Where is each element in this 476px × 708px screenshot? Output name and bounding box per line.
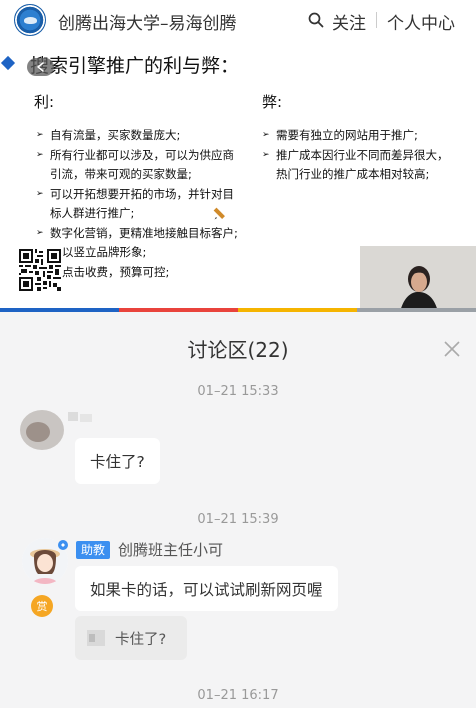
user-center-link[interactable]: 个人中心 — [387, 9, 455, 34]
follow-button[interactable]: 关注 — [332, 9, 366, 34]
cons-item-cont: 热门行业的推广成本相对较高; — [276, 167, 430, 181]
back-button[interactable] — [27, 58, 54, 76]
pros-item: 点击收费，预算可控; — [62, 264, 170, 279]
edu-mark-icon — [58, 540, 68, 550]
top-header: 创腾出海大学–易海创腾 关注 个人中心 — [0, 0, 476, 40]
slide-title: 搜索引擎推广的利与弊： — [30, 55, 240, 77]
discussion-title: 讨论区(22) — [187, 338, 289, 362]
brand-title[interactable]: 创腾出海大学–易海创腾 — [58, 9, 237, 34]
sender-name: 创腾班主任小可 — [118, 541, 224, 559]
pros-list: 自有流量，买家数量庞大; 所有行业都可以涉及，可以为供应商 引流，带来可观的买家… — [36, 126, 256, 243]
back-icon — [36, 62, 44, 72]
search-icon[interactable] — [308, 12, 324, 28]
message-bubble[interactable]: 卡住了? — [75, 438, 160, 484]
pros-item: 可以开拓想要开拓的市场，并针对目 — [36, 185, 256, 205]
quote-avatar-icon — [87, 630, 105, 646]
message-timestamp: 01–21 15:33 — [197, 384, 279, 399]
pros-list-tail: 以竖立品牌形象; 点击收费，预算可控; — [62, 243, 252, 282]
title-bullet-icon — [0, 55, 16, 71]
university-logo[interactable] — [14, 4, 46, 36]
pros-item: 自有流量，买家数量庞大; — [36, 126, 256, 146]
pros-item-cont: 引流，带来可观的买家数量; — [50, 167, 192, 181]
close-icon[interactable] — [443, 340, 461, 358]
presenter-video[interactable] — [360, 246, 476, 310]
message-bubble[interactable]: 如果卡的话，可以试试刷新网页喔 — [75, 566, 338, 611]
cons-heading: 弊: — [262, 93, 283, 111]
header-divider — [376, 12, 377, 28]
qr-code — [19, 249, 61, 291]
assistant-badge: 助教 — [76, 541, 111, 559]
pencil-icon[interactable] — [213, 207, 227, 221]
pros-item: 数字化营销，更精准地接触目标客户; — [36, 224, 256, 244]
slide-color-bar — [0, 308, 476, 312]
quoted-text: 卡住了? — [115, 631, 167, 648]
pros-item: 所有行业都可以涉及，可以为供应商 — [36, 146, 256, 166]
cons-list: 需要有独立的网站用于推广; 推广成本因行业不同而差异很大， 热门行业的推广成本相… — [262, 126, 462, 185]
cons-item: 推广成本因行业不同而差异很大， — [262, 146, 462, 166]
pros-heading: 利: — [34, 93, 55, 111]
message-timestamp: 01–21 15:39 — [197, 512, 279, 527]
pros-item: 以竖立品牌形象; — [62, 245, 147, 259]
reward-button[interactable]: 赏 — [31, 595, 53, 617]
presenter-image — [360, 246, 476, 310]
cons-item: 需要有独立的网站用于推广; — [262, 126, 462, 146]
quoted-message[interactable]: 卡住了? — [75, 616, 187, 660]
message-timestamp: 01–21 16:17 — [197, 688, 279, 703]
presentation-slide: 搜索引擎推广的利与弊： 利: 弊: 自有流量，买家数量庞大; 所有行业都可以涉及… — [0, 40, 476, 310]
